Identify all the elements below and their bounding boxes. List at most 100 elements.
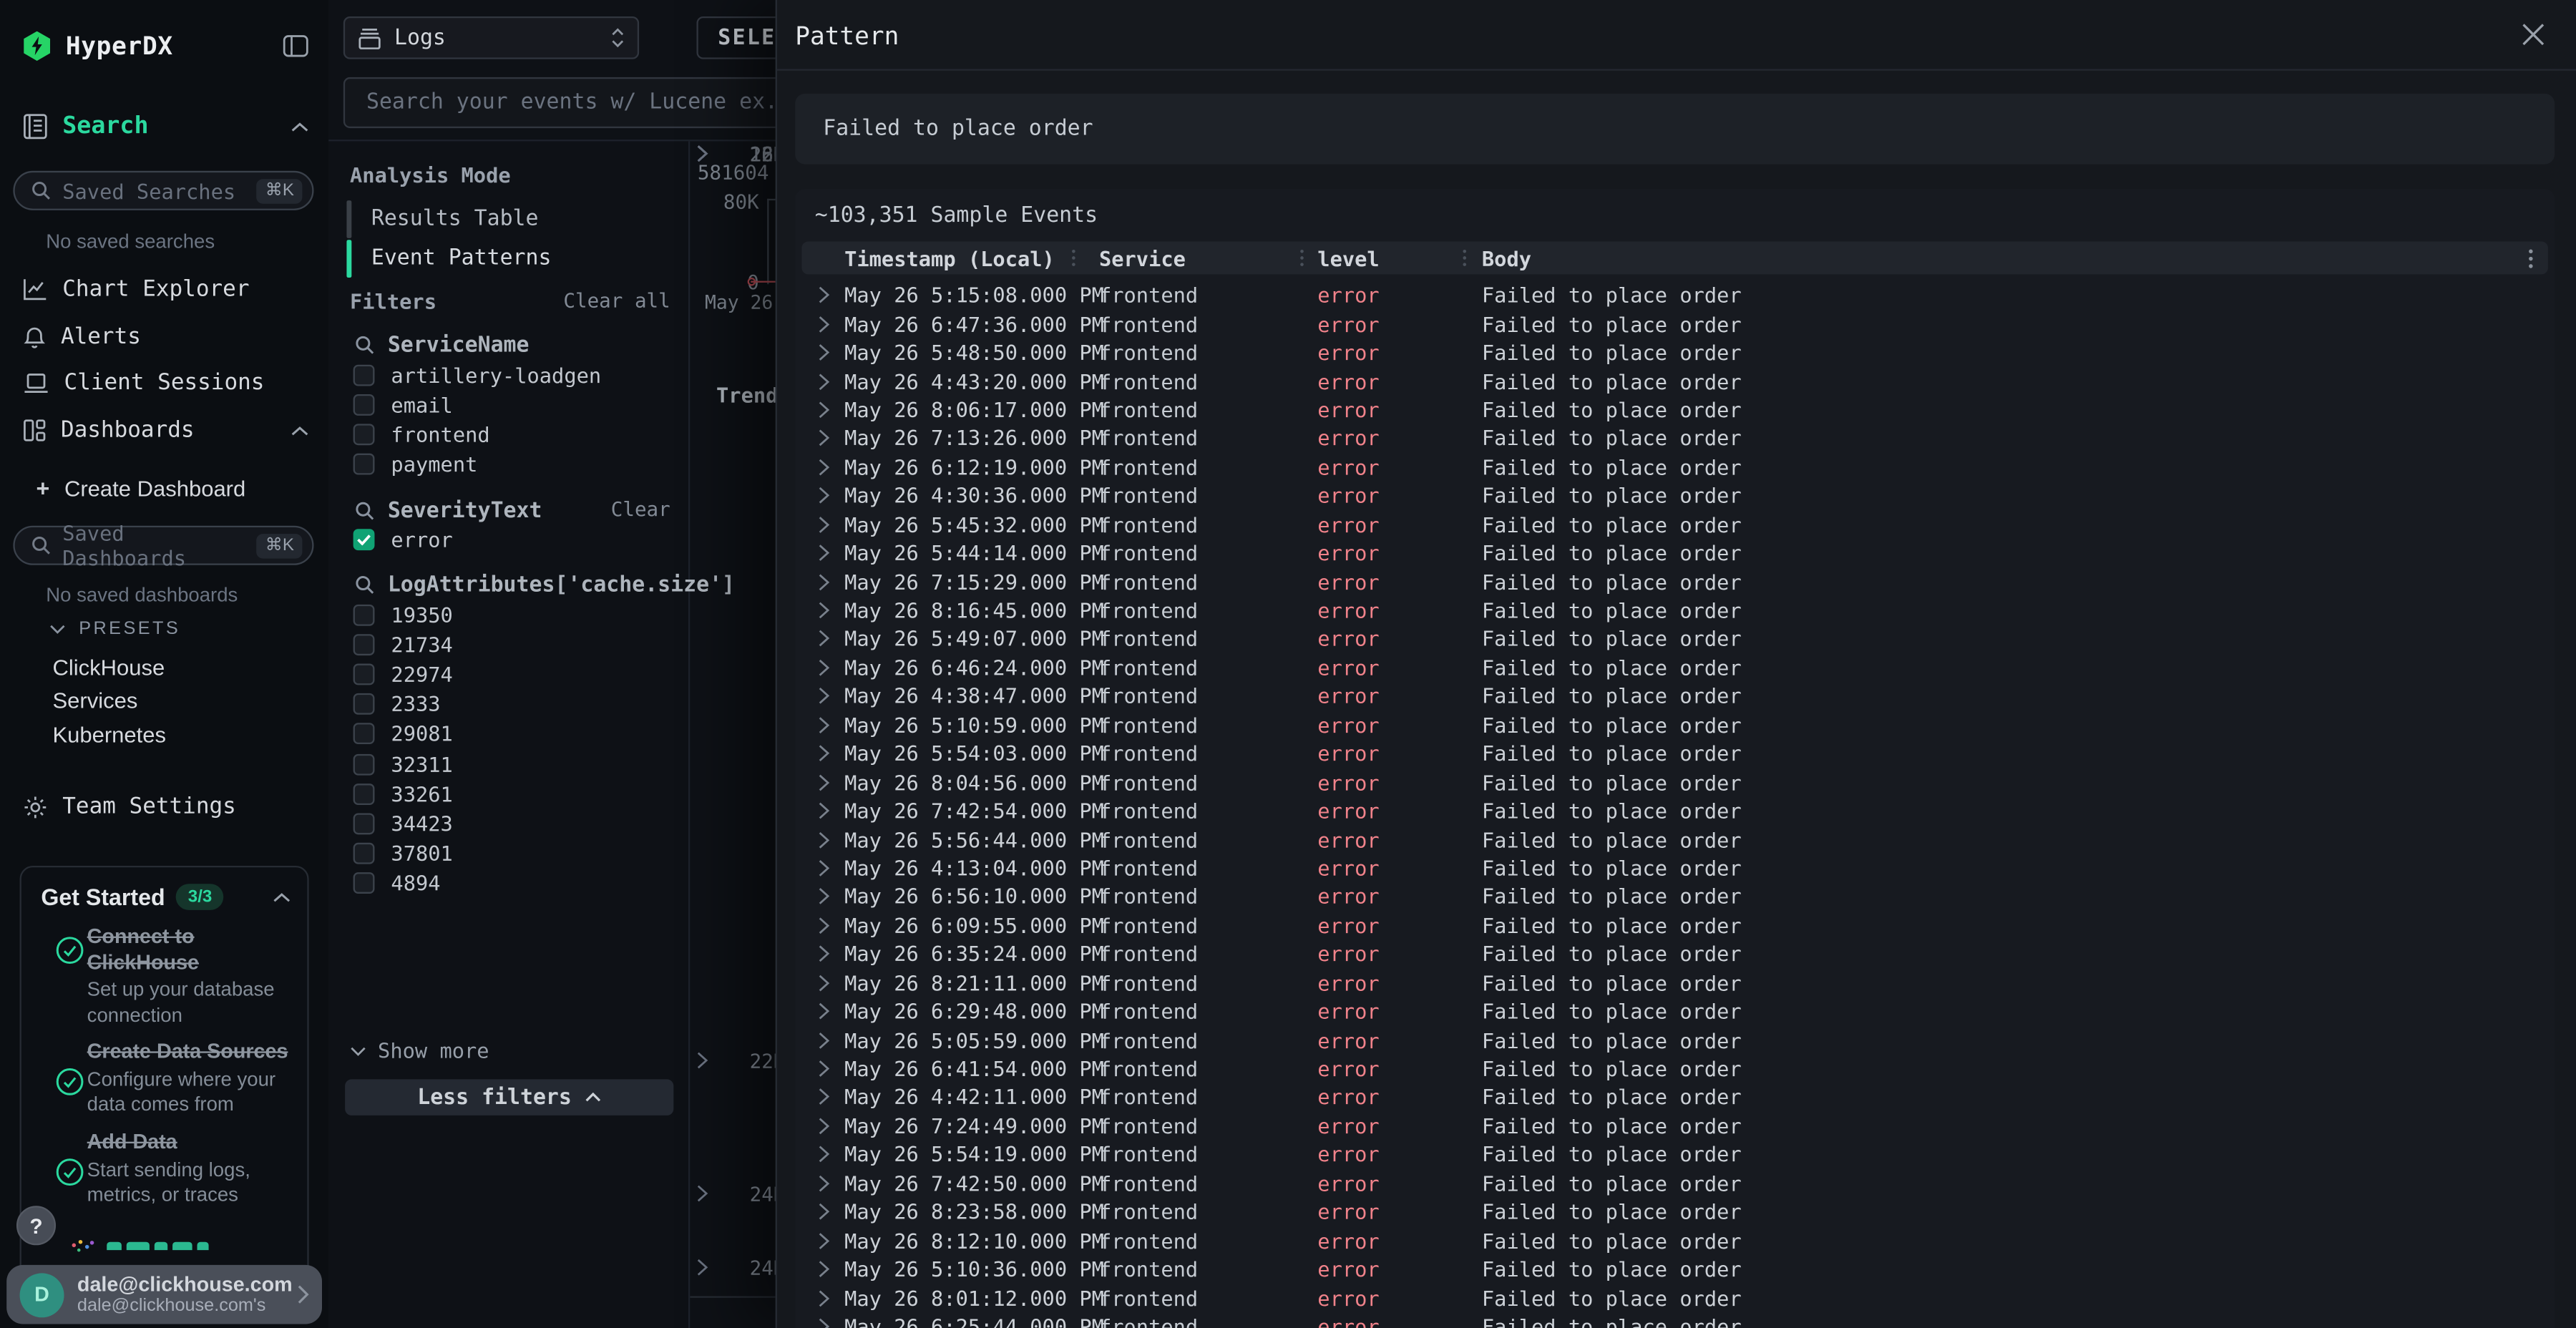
checkbox-unchecked[interactable] bbox=[353, 424, 375, 445]
event-row[interactable]: May 26 5:54:03.000 PM frontend error Fai… bbox=[801, 739, 2548, 768]
clear-all-link[interactable]: Clear all bbox=[563, 289, 670, 312]
expand-chevron-icon[interactable] bbox=[801, 343, 844, 361]
checkbox-unchecked[interactable] bbox=[353, 813, 375, 834]
filter-checkbox-row-error[interactable]: error bbox=[353, 526, 453, 552]
expand-chevron-icon[interactable] bbox=[801, 1203, 844, 1221]
event-row[interactable]: May 26 6:12:19.000 PM frontend error Fai… bbox=[801, 453, 2548, 482]
sidebar-item-search[interactable]: Search bbox=[23, 110, 308, 143]
expand-chevron-icon[interactable] bbox=[801, 630, 844, 648]
event-row[interactable]: May 26 4:42:11.000 PM frontend error Fai… bbox=[801, 1083, 2548, 1112]
expand-chevron-icon[interactable] bbox=[801, 917, 844, 934]
search-icon[interactable] bbox=[355, 335, 375, 355]
sidebar-item-dashboards[interactable]: Dashboards bbox=[23, 414, 308, 447]
expand-chevron-icon[interactable] bbox=[801, 831, 844, 849]
event-row[interactable]: May 26 7:42:54.000 PM frontend error Fai… bbox=[801, 796, 2548, 825]
presets-toggle[interactable]: PRESETS bbox=[49, 620, 180, 640]
expand-chevron-icon[interactable] bbox=[801, 1289, 844, 1307]
help-button[interactable]: ? bbox=[16, 1206, 56, 1245]
col-timestamp[interactable]: Timestamp (Local) bbox=[844, 245, 1071, 270]
expand-chevron-icon[interactable] bbox=[801, 716, 844, 734]
expand-chevron-icon[interactable] bbox=[801, 401, 844, 419]
expand-chevron-icon[interactable] bbox=[801, 286, 844, 304]
create-dashboard-button[interactable]: + Create Dashboard bbox=[36, 472, 309, 504]
checkbox-unchecked[interactable] bbox=[353, 634, 375, 655]
event-row[interactable]: May 26 5:10:36.000 PM frontend error Fai… bbox=[801, 1255, 2548, 1284]
event-row[interactable]: May 26 5:05:59.000 PM frontend error Fai… bbox=[801, 1026, 2548, 1055]
event-row[interactable]: May 26 4:43:20.000 PM frontend error Fai… bbox=[801, 367, 2548, 396]
sidebar-item-chart-explorer[interactable]: Chart Explorer bbox=[23, 273, 308, 306]
search-icon[interactable] bbox=[355, 501, 375, 521]
preset-item[interactable]: Kubernetes bbox=[52, 722, 166, 748]
filter-checkbox-row[interactable]: email bbox=[353, 391, 453, 418]
expand-chevron-icon[interactable] bbox=[801, 515, 844, 533]
event-row[interactable]: May 26 4:13:04.000 PM frontend error Fai… bbox=[801, 854, 2548, 882]
column-resize-handle-icon[interactable] bbox=[1299, 248, 1317, 268]
event-row[interactable]: May 26 8:23:58.000 PM frontend error Fai… bbox=[801, 1198, 2548, 1226]
event-row[interactable]: May 26 8:16:45.000 PM frontend error Fai… bbox=[801, 596, 2548, 625]
event-row[interactable]: May 26 5:56:44.000 PM frontend error Fai… bbox=[801, 825, 2548, 854]
event-row[interactable]: May 26 7:24:49.000 PM frontend error Fai… bbox=[801, 1112, 2548, 1141]
chevron-up-icon[interactable] bbox=[291, 424, 308, 436]
checkbox-unchecked[interactable] bbox=[353, 394, 375, 415]
collapse-sidebar-icon[interactable] bbox=[283, 34, 309, 57]
expand-chevron-icon[interactable] bbox=[801, 1146, 844, 1163]
event-row[interactable]: May 26 6:35:24.000 PM frontend error Fai… bbox=[801, 939, 2548, 968]
filter-checkbox-row[interactable]: 29081 bbox=[353, 721, 453, 747]
event-row[interactable]: May 26 5:44:14.000 PM frontend error Fai… bbox=[801, 539, 2548, 567]
clear-link[interactable]: Clear bbox=[611, 498, 670, 521]
expand-chevron-icon[interactable] bbox=[801, 802, 844, 820]
checkbox-unchecked[interactable] bbox=[353, 604, 375, 625]
event-row[interactable]: May 26 4:30:36.000 PM frontend error Fai… bbox=[801, 482, 2548, 510]
event-row[interactable]: May 26 7:13:26.000 PM frontend error Fai… bbox=[801, 424, 2548, 453]
filter-checkbox-row[interactable]: 2333 bbox=[353, 691, 441, 718]
expand-chevron-icon[interactable] bbox=[801, 888, 844, 906]
get-started-item[interactable]: Add Data Start sending logs, metrics, or… bbox=[87, 1131, 298, 1209]
expand-chevron-icon[interactable] bbox=[801, 1317, 844, 1328]
event-row[interactable]: May 26 6:25:44.000 PM frontend error Fai… bbox=[801, 1312, 2548, 1328]
expand-chevron-icon[interactable] bbox=[696, 1184, 708, 1202]
expand-chevron-icon[interactable] bbox=[801, 974, 844, 992]
user-menu[interactable]: D dale@clickhouse.com dale@clickhouse.co… bbox=[6, 1265, 322, 1324]
expand-chevron-icon[interactable] bbox=[696, 145, 708, 162]
event-row[interactable]: May 26 6:56:10.000 PM frontend error Fai… bbox=[801, 882, 2548, 911]
sidebar-item-alerts[interactable]: Alerts bbox=[23, 321, 308, 353]
filter-checkbox-row[interactable]: 19350 bbox=[353, 601, 453, 628]
chevron-up-icon[interactable] bbox=[291, 121, 308, 132]
get-started-item[interactable]: Connect to ClickHouse Set up your databa… bbox=[87, 925, 298, 1029]
event-row[interactable]: May 26 5:48:50.000 PM frontend error Fai… bbox=[801, 338, 2548, 367]
checkbox-checked[interactable] bbox=[353, 528, 375, 550]
search-icon[interactable] bbox=[355, 575, 375, 595]
event-row[interactable]: May 26 8:04:56.000 PM frontend error Fai… bbox=[801, 768, 2548, 796]
expand-chevron-icon[interactable] bbox=[801, 1117, 844, 1135]
mode-results-table[interactable]: Results Table bbox=[346, 200, 538, 238]
expand-chevron-icon[interactable] bbox=[696, 1051, 708, 1069]
event-row[interactable]: May 26 7:42:50.000 PM frontend error Fai… bbox=[801, 1169, 2548, 1198]
event-row[interactable]: May 26 7:15:29.000 PM frontend error Fai… bbox=[801, 567, 2548, 596]
col-level[interactable]: level bbox=[1317, 245, 1462, 270]
expand-chevron-icon[interactable] bbox=[801, 572, 844, 590]
expand-chevron-icon[interactable] bbox=[801, 1174, 844, 1192]
event-row[interactable]: May 26 5:45:32.000 PM frontend error Fai… bbox=[801, 510, 2548, 539]
filter-checkbox-row[interactable]: 4894 bbox=[353, 870, 441, 897]
less-filters-button[interactable]: Less filters bbox=[345, 1079, 673, 1115]
checkbox-unchecked[interactable] bbox=[353, 454, 375, 475]
checkbox-unchecked[interactable] bbox=[353, 873, 375, 894]
chevron-up-icon[interactable] bbox=[273, 892, 291, 903]
column-resize-handle-icon[interactable] bbox=[1071, 248, 1099, 268]
expand-chevron-icon[interactable] bbox=[801, 773, 844, 791]
saved-searches-input[interactable]: Saved Searches ⌘K bbox=[13, 171, 313, 210]
event-row[interactable]: May 26 5:49:07.000 PM frontend error Fai… bbox=[801, 625, 2548, 653]
expand-chevron-icon[interactable] bbox=[801, 945, 844, 963]
sidebar-item-team-settings[interactable]: Team Settings bbox=[23, 790, 308, 823]
event-row[interactable]: May 26 6:09:55.000 PM frontend error Fai… bbox=[801, 911, 2548, 939]
expand-chevron-icon[interactable] bbox=[801, 458, 844, 476]
expand-chevron-icon[interactable] bbox=[801, 745, 844, 763]
mode-event-patterns[interactable]: Event Patterns bbox=[346, 240, 551, 278]
expand-chevron-icon[interactable] bbox=[801, 487, 844, 504]
col-service[interactable]: Service bbox=[1099, 245, 1299, 270]
expand-chevron-icon[interactable] bbox=[801, 601, 844, 619]
filter-checkbox-row[interactable]: 37801 bbox=[353, 841, 453, 867]
expand-chevron-icon[interactable] bbox=[801, 658, 844, 676]
checkbox-unchecked[interactable] bbox=[353, 663, 375, 685]
filter-checkbox-row[interactable]: frontend bbox=[353, 421, 490, 448]
